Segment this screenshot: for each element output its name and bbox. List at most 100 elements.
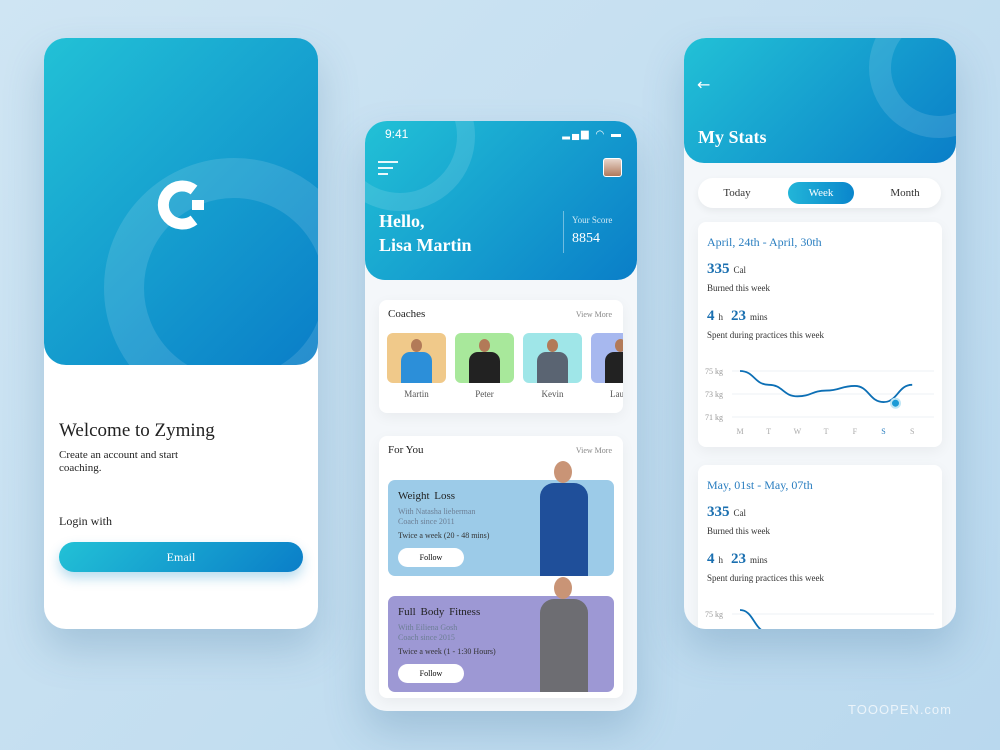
program-title: Weight Loss bbox=[398, 490, 456, 502]
weight-line bbox=[739, 370, 913, 403]
divider bbox=[563, 211, 564, 253]
program-frequency: Twice a week (20 - 48 mins) bbox=[398, 531, 490, 540]
decorative-ring bbox=[104, 158, 318, 365]
decorative-ring bbox=[869, 38, 956, 138]
weight-chart: 75 kg 73 kg 71 kg M T W T F S S bbox=[705, 367, 934, 436]
calories-value: 335 bbox=[707, 504, 730, 520]
home-header: 9:41 ▂▄▆ ◠ ▬ Hello, Lisa Martin Your Scor… bbox=[365, 121, 637, 280]
for-you-view-more[interactable]: View More bbox=[576, 446, 612, 455]
for-you-title: For You bbox=[388, 444, 424, 456]
menu-icon[interactable] bbox=[378, 161, 398, 179]
trainer-photo bbox=[534, 461, 594, 576]
user-name: Lisa Martin bbox=[379, 235, 472, 255]
zyming-logo-icon bbox=[157, 180, 204, 230]
coach-since: Coach since 2015 bbox=[398, 633, 455, 642]
mins-unit: mins bbox=[750, 555, 768, 565]
weight-line bbox=[739, 609, 762, 629]
coaches-title: Coaches bbox=[388, 308, 426, 320]
coach-photo bbox=[387, 333, 446, 383]
hours-unit: h bbox=[718, 555, 724, 565]
coach-since: Coach since 2011 bbox=[398, 517, 455, 526]
for-you-card: For You View More Weight Loss With Natas… bbox=[379, 436, 623, 698]
week-range: May, 01st - May, 07th bbox=[707, 478, 813, 492]
follow-button[interactable]: Follow bbox=[398, 664, 464, 683]
status-icons: ▂▄▆ ◠ ▬ bbox=[562, 129, 623, 140]
program-coach: With Natasha lieberman Coach since 2011 bbox=[398, 507, 475, 527]
period-tabs: Today Week Month bbox=[698, 178, 941, 208]
coach-name: Peter bbox=[475, 389, 494, 399]
welcome-screen: Welcome to Zyming Create an account and … bbox=[44, 38, 318, 629]
coach-name: With Eiliena Gosh bbox=[398, 623, 458, 632]
tab-today[interactable]: Today bbox=[704, 182, 770, 204]
y-tick-label: 75 kg bbox=[705, 367, 723, 376]
coach-name: Martin bbox=[404, 389, 429, 399]
calories-unit: Cal bbox=[733, 265, 747, 275]
coach-item[interactable]: Laure bbox=[591, 333, 623, 399]
stats-screen: ← My Stats Today Week Month April, 24th … bbox=[684, 38, 956, 629]
x-tick-label: W bbox=[794, 427, 802, 436]
x-tick-label: S bbox=[881, 427, 885, 436]
week-range: April, 24th - April, 30th bbox=[707, 235, 822, 249]
calories: 335 Cal bbox=[707, 503, 746, 521]
week-stats-card: May, 01st - May, 07th 335 Cal Burned thi… bbox=[698, 465, 942, 629]
coach-item[interactable]: Kevin bbox=[523, 333, 582, 399]
highlight-point bbox=[890, 397, 901, 409]
follow-button[interactable]: Follow bbox=[398, 548, 464, 567]
practice-label: Spent during practices this week bbox=[707, 573, 824, 583]
welcome-header bbox=[44, 38, 318, 365]
coaches-view-more[interactable]: View More bbox=[576, 310, 612, 319]
practice-time: 4 h 23 mins bbox=[707, 307, 768, 325]
x-tick-label: M bbox=[736, 427, 743, 436]
coach-photo bbox=[591, 333, 623, 383]
home-screen: 9:41 ▂▄▆ ◠ ▬ Hello, Lisa Martin Your Scor… bbox=[365, 121, 637, 711]
stats-header: ← My Stats bbox=[684, 38, 956, 163]
program-card[interactable]: Weight Loss With Natasha lieberman Coach … bbox=[388, 461, 614, 576]
hours-value: 4 bbox=[707, 551, 715, 567]
stats-title: My Stats bbox=[698, 127, 767, 147]
program-title: Full Body Fitness bbox=[398, 606, 481, 618]
mins-unit: mins bbox=[750, 312, 768, 322]
y-tick-label: 73 kg bbox=[705, 390, 723, 399]
greeting: Hello, Lisa Martin bbox=[379, 209, 472, 257]
arrow-left-icon[interactable]: ← bbox=[697, 75, 710, 94]
coach-photo bbox=[455, 333, 514, 383]
practice-time: 4 h 23 mins bbox=[707, 550, 768, 568]
week-stats-card: April, 24th - April, 30th 335 Cal Burned… bbox=[698, 222, 942, 447]
practice-label: Spent during practices this week bbox=[707, 330, 824, 340]
coach-name: Laure bbox=[610, 389, 623, 399]
calories-value: 335 bbox=[707, 261, 730, 277]
x-tick-label: S bbox=[910, 427, 914, 436]
x-tick-label: T bbox=[766, 427, 771, 436]
email-login-button[interactable]: Email bbox=[59, 542, 303, 572]
program-coach: With Eiliena Gosh Coach since 2015 bbox=[398, 623, 457, 643]
x-tick-label: F bbox=[853, 427, 858, 436]
mins-value: 23 bbox=[731, 551, 746, 567]
coach-item[interactable]: Peter bbox=[455, 333, 514, 399]
score-value: 8854 bbox=[572, 231, 600, 246]
coach-photo bbox=[523, 333, 582, 383]
calories-label: Burned this week bbox=[707, 526, 770, 536]
greeting-text: Hello, bbox=[379, 211, 425, 231]
coach-name: Kevin bbox=[541, 389, 564, 399]
welcome-subtitle: Create an account and start coaching. bbox=[59, 449, 179, 474]
tab-week[interactable]: Week bbox=[788, 182, 854, 204]
login-with-label: Login with bbox=[59, 514, 112, 528]
weight-chart: 75 kg bbox=[705, 609, 934, 629]
hours-unit: h bbox=[718, 312, 724, 322]
y-tick-label: 71 kg bbox=[705, 413, 723, 422]
coaches-card: Coaches View More Martin Peter Kevin Lau… bbox=[379, 300, 623, 413]
program-card[interactable]: Full Body Fitness With Eiliena Gosh Coach… bbox=[388, 577, 614, 692]
avatar[interactable] bbox=[603, 158, 622, 177]
trainer-photo bbox=[534, 577, 594, 692]
tab-month[interactable]: Month bbox=[872, 182, 938, 204]
hours-value: 4 bbox=[707, 308, 715, 324]
calories: 335 Cal bbox=[707, 260, 746, 278]
program-frequency: Twice a week (1 - 1:30 Hours) bbox=[398, 647, 496, 656]
status-time: 9:41 bbox=[385, 127, 409, 141]
calories-unit: Cal bbox=[733, 508, 747, 518]
coach-name: With Natasha lieberman bbox=[398, 507, 476, 516]
x-tick-label: T bbox=[824, 427, 829, 436]
welcome-title: Welcome to Zyming bbox=[59, 420, 215, 441]
coach-item[interactable]: Martin bbox=[387, 333, 446, 399]
mins-value: 23 bbox=[731, 308, 746, 324]
